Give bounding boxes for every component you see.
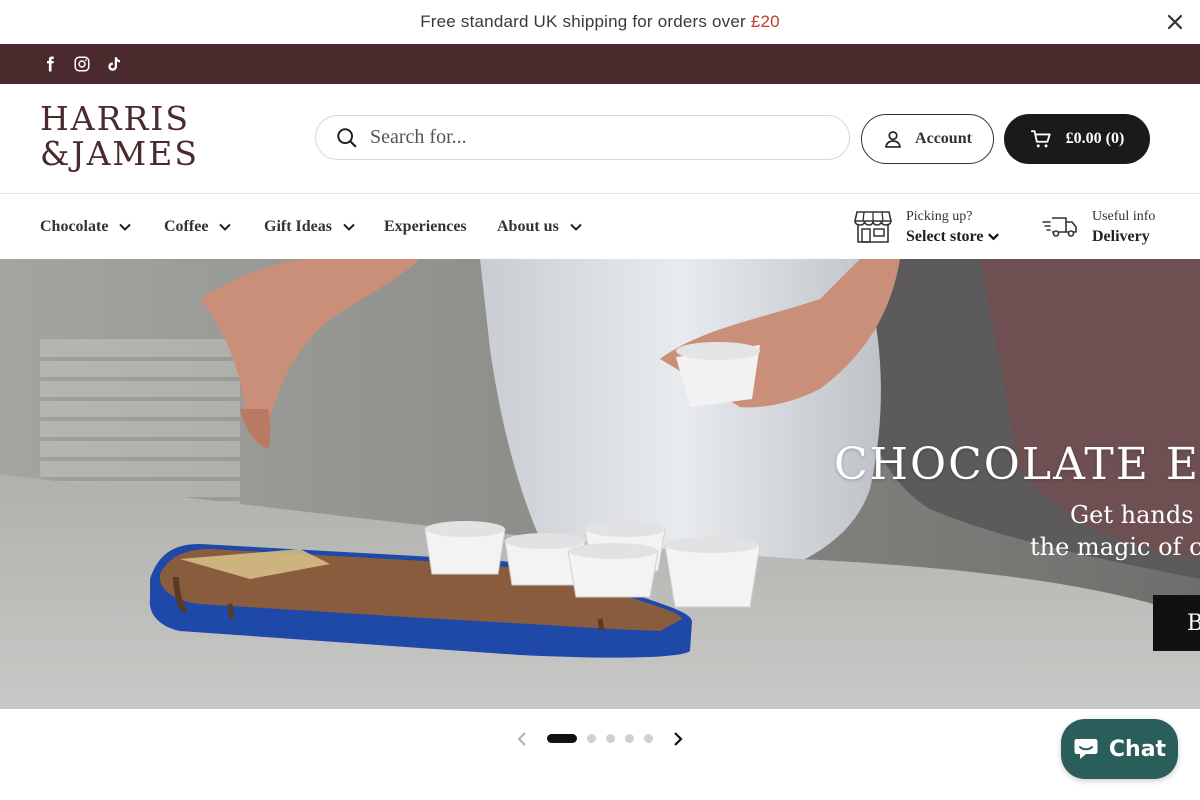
hero-banner[interactable]: CHOCOLATE EXPI Get hands o the magic of …: [0, 259, 1200, 709]
carousel-dot[interactable]: [547, 734, 577, 743]
cart-icon: [1030, 130, 1051, 148]
storefront-icon: [854, 210, 892, 243]
chevron-down-icon: [219, 223, 232, 231]
delivery-label: Delivery: [1092, 227, 1150, 245]
account-label: Account: [915, 130, 972, 147]
nav-item-label: Experiences: [384, 217, 467, 235]
chevron-down-icon: [988, 233, 1000, 241]
announcement-amount: £20: [750, 12, 780, 31]
logo-line-2: &JAMES: [40, 134, 199, 173]
carousel-next-button[interactable]: [668, 729, 688, 749]
nav-item-label: Coffee: [164, 217, 209, 235]
chevron-right-icon: [674, 732, 683, 746]
carousel-dot[interactable]: [587, 734, 596, 743]
nav-item-chocolate[interactable]: Chocolate: [40, 194, 132, 259]
facebook-icon: [47, 56, 54, 72]
site-header: HARRIS &JAMES Account £0.00 (0): [0, 84, 1200, 194]
nav-item-experiences[interactable]: Experiences: [384, 194, 467, 259]
search-icon: [337, 127, 357, 147]
tiktok-icon: [108, 57, 120, 71]
chevron-down-icon: [570, 223, 582, 231]
chevron-down-icon: [119, 223, 132, 231]
logo-line-1: HARRIS: [40, 99, 190, 138]
carousel-prev-button[interactable]: [512, 729, 532, 749]
hero-subtitle-line-1: Get hands o: [1070, 501, 1200, 529]
nav-item-about-us[interactable]: About us: [497, 194, 583, 259]
chat-bubble-icon: [1074, 739, 1098, 759]
cart-total-label: £0.00 (0): [1065, 130, 1125, 147]
social-bar: [0, 44, 1200, 84]
chat-button[interactable]: Chat: [1061, 719, 1178, 779]
nav-item-coffee[interactable]: Coffee: [164, 194, 232, 259]
carousel-dot[interactable]: [625, 734, 634, 743]
chat-label: Chat: [1108, 736, 1167, 762]
hero-subtitle-line-2: the magic of cho: [1030, 533, 1200, 561]
carousel-dots: [547, 734, 653, 743]
facebook-link[interactable]: [40, 54, 60, 74]
close-announcement-button[interactable]: [1164, 11, 1186, 33]
nav-item-label: Chocolate: [40, 217, 109, 235]
harris-james-logo[interactable]: HARRIS &JAMES: [40, 102, 200, 174]
search-bar[interactable]: [315, 115, 850, 160]
instagram-link[interactable]: [72, 54, 92, 74]
announcement-text: Free standard UK shipping for orders ove…: [420, 12, 780, 32]
delivery-info-link[interactable]: Useful info Delivery: [1042, 194, 1155, 259]
chevron-left-icon: [517, 732, 526, 746]
carousel-dot[interactable]: [644, 734, 653, 743]
delivery-truck-icon: [1042, 216, 1077, 237]
hero-title: CHOCOLATE EXPI: [834, 439, 1200, 490]
main-nav: Chocolate Coffee Gift Ideas Experiences …: [0, 194, 1200, 259]
tiktok-link[interactable]: [104, 54, 124, 74]
carousel-dot[interactable]: [606, 734, 615, 743]
account-button[interactable]: Account: [861, 114, 994, 164]
cart-button[interactable]: £0.00 (0): [1004, 114, 1150, 164]
nav-item-label: Gift Ideas: [264, 217, 332, 235]
hero-cta-button[interactable]: B: [1153, 595, 1200, 651]
nav-item-gift-ideas[interactable]: Gift Ideas: [264, 194, 356, 259]
announcement-bar: Free standard UK shipping for orders ove…: [0, 0, 1200, 44]
instagram-icon: [74, 56, 90, 72]
nav-item-label: About us: [497, 217, 559, 235]
store-selector[interactable]: Picking up? Select store: [854, 194, 1000, 259]
user-icon: [885, 131, 901, 148]
delivery-prompt: Useful info: [1092, 208, 1156, 224]
search-input[interactable]: [370, 126, 810, 149]
select-store-label: Select store: [906, 227, 984, 245]
close-icon: [1167, 14, 1183, 30]
announcement-message: Free standard UK shipping for orders ove…: [420, 12, 751, 31]
store-prompt: Picking up?: [906, 208, 973, 224]
chevron-down-icon: [343, 223, 355, 231]
carousel-controls: [0, 709, 1200, 769]
